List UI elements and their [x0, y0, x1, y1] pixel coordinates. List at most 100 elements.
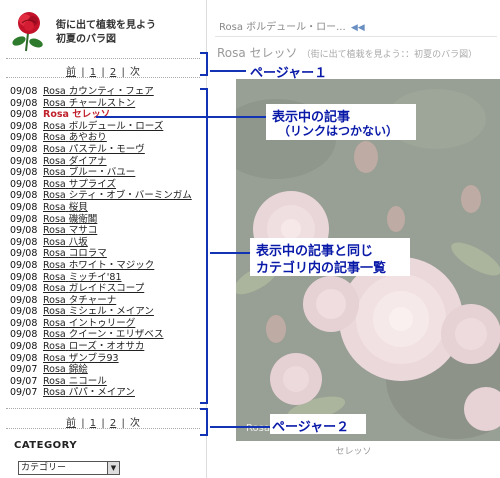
article-name: ローズ・オオサカ	[68, 341, 145, 353]
article-item: 09/08 Rosa 八坂	[10, 237, 206, 249]
sidebar: 街に出て植栽を見よう 初夏のバラ図 前 | 1 | 2 | 次 09/08 Ros…	[0, 0, 206, 478]
article-link[interactable]: Rosa 八坂	[43, 237, 88, 248]
article-date: 09/08	[10, 352, 38, 364]
article-prefix: Rosa	[43, 306, 66, 318]
annotation-leader	[96, 116, 266, 118]
breadcrumb-prev-link[interactable]: Rosa ボルデュール・ロー...	[219, 22, 346, 33]
article-link[interactable]: Rosa ミシェル・メイアン	[43, 306, 154, 317]
annotation-bracket-pager1	[200, 52, 208, 76]
article-link[interactable]: Rosa ボルデュール・ローズ	[43, 121, 163, 132]
article-item: 09/08 Rosa コロラマ	[10, 248, 206, 260]
article-name: クイーン・エリザベス	[68, 329, 164, 341]
article-name: ミシェル・メイアン	[68, 306, 154, 318]
article-name: ボルデュール・ローズ	[68, 120, 164, 132]
article-prefix: Rosa	[43, 178, 66, 190]
rose-logo-icon[interactable]	[8, 9, 50, 53]
article-date: 09/07	[10, 375, 38, 387]
article-link[interactable]: Rosa ザンブラ93	[43, 353, 119, 364]
article-link[interactable]: Rosa ダイアナ	[43, 156, 107, 167]
article-item: 09/08 Rosa イントゥリーグ	[10, 318, 206, 330]
article-link[interactable]: Rosa あやおり	[43, 132, 107, 143]
article-link[interactable]: Rosa カウンティ・フェア	[43, 86, 154, 97]
article-date: 09/08	[10, 259, 38, 271]
article-prefix: Rosa	[43, 248, 66, 260]
article-name: タチャーナ	[68, 294, 117, 306]
article-prefix: Rosa	[43, 132, 66, 144]
article-item: 09/08 Rosa ザンブラ93	[10, 353, 206, 365]
article-link[interactable]: Rosa サプライズ	[43, 179, 116, 190]
article-link[interactable]: Rosa 錦絵	[43, 364, 88, 375]
article-link[interactable]: Rosa ミッチイ'81	[43, 272, 122, 283]
article-link[interactable]: Rosa ローズ・オオサカ	[43, 341, 144, 352]
article-prefix: Rosa	[43, 294, 66, 306]
article-name: ガレイドスコープ	[68, 283, 145, 295]
article-item: 09/08 Rosa ホワイト・マジック	[10, 260, 206, 272]
annotation-pager2: ページャー２	[272, 420, 350, 435]
article-name: ニコール	[68, 375, 107, 387]
article-date: 09/08	[10, 213, 38, 225]
article-date: 09/08	[10, 317, 38, 329]
article-link[interactable]: Rosa クイーン・エリザベス	[43, 329, 164, 340]
article-item: 09/08 Rosa ブルー・バユー	[10, 167, 206, 179]
article-item: 09/08 Rosa シティ・オブ・バーミンガム	[10, 190, 206, 202]
article-prefix: Rosa	[43, 109, 69, 121]
article-link[interactable]: Rosa タチャーナ	[43, 295, 116, 306]
article-date: 09/08	[10, 283, 38, 295]
article-link[interactable]: Rosa シティ・オブ・バーミンガム	[43, 190, 192, 201]
article-name: ザンブラ93	[68, 352, 119, 364]
divider	[215, 36, 497, 37]
article-name: イントゥリーグ	[68, 317, 136, 329]
article-prefix: Rosa	[43, 97, 66, 109]
site-title[interactable]: 街に出て植栽を見よう 初夏のバラ図	[56, 19, 156, 47]
article-link[interactable]: Rosa イントゥリーグ	[43, 318, 135, 329]
article-link[interactable]: Rosa パパ・メイアン	[43, 387, 135, 398]
article-link[interactable]: Rosa ガレイドスコープ	[43, 283, 144, 294]
article-link[interactable]: Rosa パステル・モーヴ	[43, 144, 145, 155]
category-select[interactable]: カテゴリー ▼	[18, 461, 120, 475]
article-link[interactable]: Rosa ブルー・バユー	[43, 167, 135, 178]
article-date: 09/08	[10, 155, 38, 167]
article-name: ホワイト・マジック	[68, 259, 155, 271]
article-prefix: Rosa	[43, 201, 66, 213]
article-prefix: Rosa	[43, 213, 66, 225]
article-link[interactable]: Rosa マサコ	[43, 225, 97, 236]
pager-top: 前 | 1 | 2 | 次	[0, 63, 206, 78]
article-item: 09/08 Rosa ミッチイ'81	[10, 272, 206, 284]
annotation-bracket-list	[200, 88, 208, 404]
article-item: 09/08 Rosa ローズ・オオサカ	[10, 341, 206, 353]
category-heading: CATEGORY	[14, 440, 78, 451]
double-left-arrow-icon[interactable]: ◀◀	[351, 23, 365, 33]
article-link[interactable]: Rosa ホワイト・マジック	[43, 260, 154, 271]
article-link[interactable]: Rosa チャールストン	[43, 98, 135, 109]
article-prefix: Rosa	[43, 352, 66, 364]
article-item: 09/07 Rosa 錦絵	[10, 364, 206, 376]
article-link[interactable]: Rosa 桜貝	[43, 202, 88, 213]
post-title-text: Rosa セレッソ	[217, 46, 298, 60]
article-item: 09/08 Rosa あやおり	[10, 132, 206, 144]
photo-caption: セレッソ	[335, 447, 372, 457]
site-title-line2: 初夏のバラ図	[56, 34, 116, 45]
article-name: サプライズ	[68, 178, 117, 190]
article-prefix: Rosa	[43, 341, 66, 353]
post-subtitle[interactable]: （街に出て植栽を見よう：：初夏のバラ図）	[302, 50, 478, 60]
article-name: 錦絵	[68, 364, 88, 376]
article-link[interactable]: Rosa コロラマ	[43, 248, 107, 259]
article-link[interactable]: Rosa 磯衛閣	[43, 214, 97, 225]
annotation-leader	[210, 70, 246, 72]
article-item: 09/08 Rosa ガレイドスコープ	[10, 283, 206, 295]
article-date: 09/08	[10, 201, 38, 213]
post-title: Rosa セレッソ （街に出て植栽を見よう：：初夏のバラ図）	[217, 44, 477, 61]
divider	[6, 58, 200, 59]
article-name: ミッチイ'81	[68, 271, 122, 283]
article-date: 09/08	[10, 248, 38, 260]
chevron-down-icon[interactable]: ▼	[107, 462, 119, 474]
article-name: 磯衛閣	[68, 213, 98, 225]
article-prefix: Rosa	[43, 283, 66, 295]
article-item: 09/08 Rosa パステル・モーヴ	[10, 144, 206, 156]
article-prefix: Rosa	[43, 364, 66, 376]
article-item: 09/08 Rosa サプライズ	[10, 179, 206, 191]
article-link[interactable]: Rosa ニコール	[43, 376, 107, 387]
article-name: セレッソ	[72, 109, 111, 121]
article-date: 09/07	[10, 364, 38, 376]
article-name: ブルー・バユー	[68, 167, 136, 179]
